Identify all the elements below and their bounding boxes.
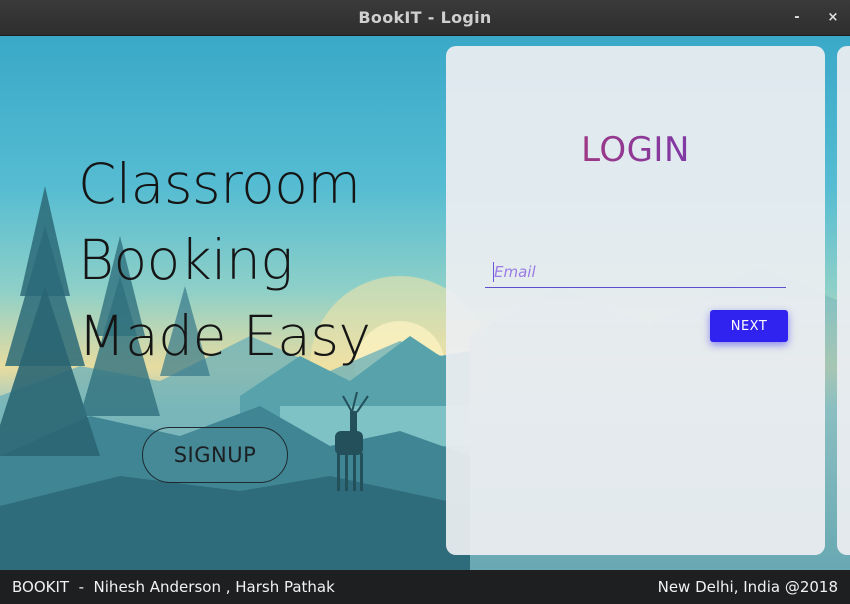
login-title: LOGIN <box>446 130 825 170</box>
hero-line: Made Easy <box>78 304 371 368</box>
hero-line: Classroom <box>78 152 361 216</box>
footer-credits: BOOKIT - Nihesh Anderson , Harsh Pathak <box>12 578 335 596</box>
main-area: Classroom Booking Made Easy SIGNUP LOGIN… <box>0 36 850 570</box>
email-input[interactable] <box>485 250 786 287</box>
close-button[interactable]: × <box>824 9 842 27</box>
email-field-container <box>485 250 786 288</box>
hero-line: Booking <box>78 228 293 292</box>
title-bar: BookIT - Login - × <box>0 0 850 36</box>
signup-button[interactable]: SIGNUP <box>142 427 288 483</box>
minimize-button[interactable]: - <box>788 9 806 27</box>
hero-headline: Classroom Booking Made Easy <box>78 146 438 374</box>
next-card-edge <box>837 46 850 555</box>
footer-bar: BOOKIT - Nihesh Anderson , Harsh Pathak … <box>0 570 850 604</box>
text-caret <box>493 262 494 282</box>
window-title: BookIT - Login <box>358 8 492 27</box>
next-button[interactable]: NEXT <box>710 310 788 342</box>
login-card: LOGIN NEXT <box>446 46 825 555</box>
footer-location: New Delhi, India @2018 <box>657 578 838 596</box>
